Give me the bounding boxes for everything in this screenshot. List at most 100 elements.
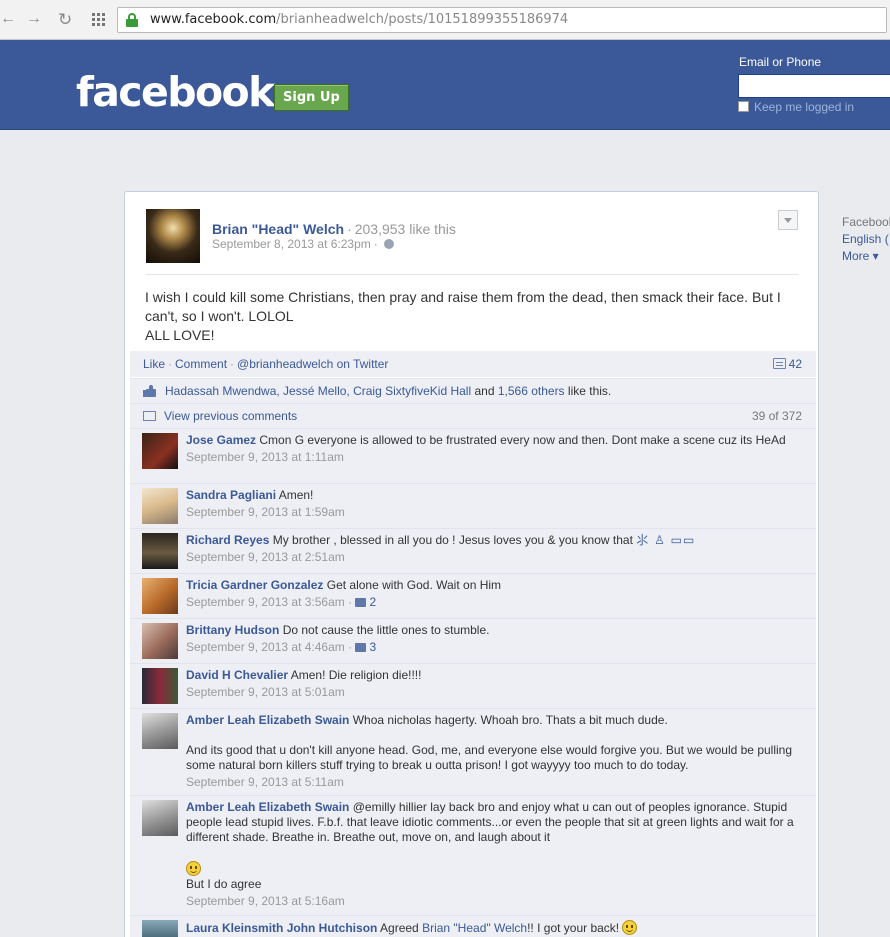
commenter-avatar[interactable] [142,800,178,836]
comment-count[interactable]: 42 [772,351,802,377]
reload-icon[interactable]: ↻ [58,10,72,30]
author-name[interactable]: Brian "Head" Welch [212,221,344,237]
author-avatar[interactable] [146,209,200,263]
comment-likes[interactable]: 2 [355,595,376,609]
commenter-avatar[interactable] [142,668,178,704]
email-field[interactable] [738,74,890,98]
commenter-name[interactable]: Jose Gamez [186,433,256,447]
browser-toolbar: ← → ↻ www.facebook.com/brianheadwelch/po… [0,0,890,40]
comment-time: September 9, 2013 at 3:56am · 2 [186,595,377,609]
mention-link[interactable]: Brian "Head" Welch [422,921,527,935]
comment-icon [772,358,786,369]
right-rail: Facebook English ( More ▾ [842,214,890,265]
view-previous-row: View previous comments 39 of 372 [130,403,816,428]
smiley-icon [186,861,201,876]
comment-time[interactable]: September 9, 2013 at 1:11am [186,450,806,465]
likers-link[interactable]: Hadassah Mwendwa, Jessé Mello, Craig Six… [165,384,471,398]
url-host: www.facebook.com [150,12,277,27]
more-link[interactable]: More ▾ [842,248,890,265]
comment-body: Laura Kleinsmith John Hutchison Agreed B… [186,920,806,936]
comment-text-tail: !! I got your back! [527,921,620,935]
smiley-icon [622,920,638,935]
others-link[interactable]: 1,566 others [498,384,565,398]
keep-logged-in[interactable]: Keep me logged in [738,100,854,114]
commenter-name[interactable]: Tricia Gardner Gonzalez [186,578,323,592]
commenter-avatar[interactable] [142,488,178,524]
comment-item: Amber Leah Elizabeth Swain @emilly hilli… [130,795,816,915]
commenter-avatar[interactable] [142,920,178,937]
comment-text: Do not cause the little ones to stumble. [282,623,490,637]
twitter-link[interactable]: @brianheadwelch on Twitter [237,357,388,371]
comment-time[interactable]: September 9, 2013 at 5:11am [186,775,806,790]
address-bar[interactable]: www.facebook.com/brianheadwelch/posts/10… [117,7,887,33]
rail-title: Facebook [842,215,890,229]
comment-item: Amber Leah Elizabeth Swain Whoa nicholas… [130,708,816,795]
like-thumb-icon [143,385,157,397]
commenter-name[interactable]: Brittany Hudson [186,623,279,637]
comment-text: Amen! [278,488,314,502]
commenter-name[interactable]: Amber Leah Elizabeth Swain [186,800,349,814]
like-link[interactable]: Like [143,357,165,371]
comment-text: My brother , blessed in all you do ! Jes… [272,533,633,547]
comment-time[interactable]: September 9, 2013 at 5:01am [186,685,806,700]
commenter-name[interactable]: Laura Kleinsmith John Hutchison [186,921,377,935]
keep-logged-in-checkbox[interactable] [738,101,749,112]
commenter-name[interactable]: David H Chevalier [186,668,288,682]
comment-text: Amen! Die religion die!!!! [290,668,422,682]
sign-up-button[interactable]: Sign Up [274,84,349,111]
post-date: September 8, 2013 at 6:23pm · [212,237,394,251]
commenter-avatar[interactable] [142,623,178,659]
comments-shown-count: 39 of 372 [751,409,802,423]
lock-icon [126,13,138,27]
comment-body: Brittany Hudson Do not cause the little … [186,623,806,655]
comment-text: Cmon G everyone is allowed to be frustra… [259,433,786,447]
commenter-avatar[interactable] [142,713,178,749]
comment-timestamp[interactable]: September 9, 2013 at 4:46am [186,640,345,654]
post-timestamp[interactable]: September 8, 2013 at 6:23pm [212,237,371,251]
emoji-glyphs: ⺢ ♙ ▭▭ [636,533,696,547]
apps-grid-icon[interactable] [92,13,105,26]
likers-and: and [474,384,495,398]
post-card: Brian "Head" Welch · 203,953 like this Sep… [124,191,819,937]
comment-item: Brittany Hudson Do not cause the little … [130,618,816,663]
comment-body: Amber Leah Elizabeth Swain @emilly hilli… [186,800,806,909]
divider [146,274,799,275]
comment-text: Whoa nicholas hagerty. Whoah bro. Thats … [352,713,668,727]
commenter-avatar[interactable] [142,533,178,569]
comment-like-count: 3 [369,640,377,654]
post-options-button[interactable] [778,210,798,230]
comment-like-count: 2 [369,595,377,609]
post-text: I wish I could kill some Christians, the… [145,288,793,345]
view-previous-link[interactable]: View previous comments [164,409,297,423]
comment-body: Amber Leah Elizabeth Swain Whoa nicholas… [186,713,806,790]
language-link[interactable]: English ( [842,231,890,248]
commenter-name[interactable]: Sandra Pagliani [186,488,276,502]
comment-time[interactable]: September 9, 2013 at 2:51am [186,550,806,565]
page-likes: 203,953 like this [354,221,456,237]
commenter-name[interactable]: Richard Reyes [186,533,269,547]
keep-logged-in-label: Keep me logged in [754,100,855,114]
facebook-header: facebook Sign Up Email or Phone Keep me … [0,40,890,130]
forward-arrow-icon[interactable]: → [26,10,42,28]
post-text-line: ALL LOVE! [145,327,215,343]
comment-item: Richard Reyes My brother , blessed in al… [130,528,816,573]
commenter-avatar[interactable] [142,578,178,614]
comment-time[interactable]: September 9, 2013 at 5:16am [186,894,806,909]
commenter-avatar[interactable] [142,433,178,469]
comment-body: Tricia Gardner Gonzalez Get alone with G… [186,578,806,610]
comment-time: September 9, 2013 at 4:46am · 3 [186,640,377,654]
like-thumb-icon [355,643,367,652]
comment-body: Jose Gamez Cmon G everyone is allowed to… [186,433,806,465]
comment-timestamp[interactable]: September 9, 2013 at 3:56am [186,595,345,609]
comment-text: Agreed [380,921,419,935]
comment-body: Richard Reyes My brother , blessed in al… [186,533,806,565]
action-bar: Like · Comment · @brianheadwelch on Twitter … [130,351,816,377]
comment-link[interactable]: Comment [175,357,227,371]
author-line: Brian "Head" Welch · 203,953 like this [212,221,456,237]
comment-likes[interactable]: 3 [355,640,376,654]
back-arrow-icon[interactable]: ← [0,10,16,28]
comment-time[interactable]: September 9, 2013 at 1:59am [186,505,806,520]
commenter-name[interactable]: Amber Leah Elizabeth Swain [186,713,349,727]
facebook-logo[interactable]: facebook [76,68,275,116]
email-label: Email or Phone [739,55,822,69]
